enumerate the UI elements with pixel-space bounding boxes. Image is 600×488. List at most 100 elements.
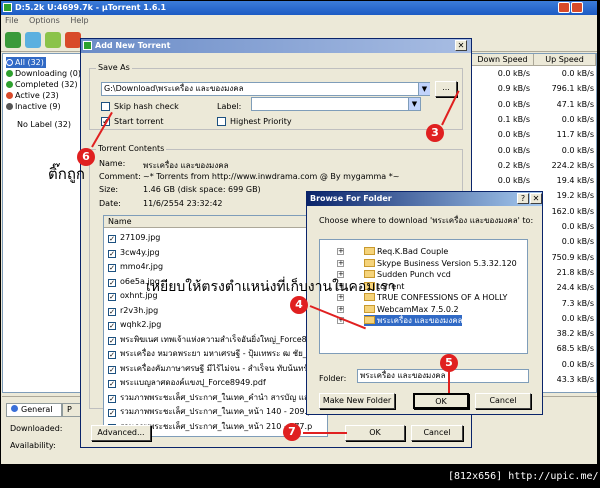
tab-peers[interactable]: P [62,403,82,417]
browse-cancel-button[interactable]: Cancel [475,393,531,409]
info-icon [11,405,18,412]
step-3-marker: 3 [426,124,444,142]
file-row[interactable]: ✓ พระพิฆเนศ เทพเจ้าแห่งความสำเร็จอันยิ่งใ… [108,334,322,346]
remove-icon[interactable] [65,32,81,48]
folder-tree-item[interactable]: พระเครื่อง และของมงคล [364,315,463,326]
folder-tree-item[interactable]: WebcamMax 7.5.0.2 [364,304,459,315]
add-url-icon[interactable] [25,32,41,48]
file-row[interactable]: ✓ พระเครื่องคัมภาษาศรษฐี มีไร้ไม่จน - สำเ… [108,363,327,375]
file-checkbox[interactable]: ✓ [108,409,116,417]
file-list: Name ✓ 27109.jpg ✓ 3cw4y.jpg ✓ mmo4r.jpg ✓ o6e5… [103,215,328,437]
menu-options[interactable]: Options [29,16,60,25]
file-row[interactable]: ✓ wqhk2.jpg [108,319,161,331]
folder-input[interactable]: พระเครื่อง และของมงคล [357,369,529,383]
file-checkbox[interactable]: ✓ [108,351,116,359]
dialog-title: Add New Torrent [81,39,471,53]
file-row[interactable]: ✓ mmo4r.jpg [108,261,163,273]
file-checkbox[interactable]: ✓ [108,394,116,403]
window-title: D:5.2k U:4699.7k - µTorrent 1.6.1 [1,1,597,15]
sidebar-item-downloading[interactable]: Downloading (0) [6,68,81,79]
sidebar-item-active[interactable]: Active (23) [6,90,59,101]
save-as-label: Save As [96,63,132,72]
browse-ok-button[interactable]: OK [413,393,469,409]
file-checkbox[interactable]: ✓ [108,336,116,345]
up-speed-cell: 796.1 kB/s [551,84,594,94]
file-checkbox[interactable]: ✓ [108,264,116,272]
maximize-icon[interactable] [571,2,583,13]
file-row[interactable]: ✓ 27109.jpg [108,232,160,244]
sidebar-item-label: Completed (32) [15,80,78,89]
file-checkbox[interactable]: ✓ [108,322,116,330]
file-checkbox[interactable]: ✓ [108,235,116,243]
save-path-select[interactable]: G:\Download\พระเครื่อง และของมงคล [101,82,430,96]
save-path-value: G:\Download\พระเครื่อง และของมงคล [104,84,244,93]
up-speed-cell: 162.0 kB/s [551,206,594,216]
create-torrent-icon[interactable] [45,32,61,48]
sidebar-item-no-label[interactable]: No Label (32) [17,119,71,130]
minimize-icon[interactable] [558,2,570,13]
folder-name: WebcamMax 7.5.0.2 [377,304,459,314]
label-select[interactable] [251,97,421,111]
file-row[interactable]: ✓ 3cw4y.jpg [108,247,160,259]
file-name: พระเครื่องคัมภาษาศรษฐี มีไร้ไม่จน - สำเร… [120,363,327,373]
sidebar-item-all[interactable]: All (32) [6,57,46,68]
close-icon[interactable]: ✕ [530,193,542,204]
up-speed-cell: 7.3 kB/s [561,298,594,308]
name-key: Name: [99,159,126,168]
sidebar-item-label: Active (23) [15,91,59,100]
file-name: 27109.jpg [120,233,161,242]
sidebar-item-inactive[interactable]: Inactive (9) [6,101,61,112]
skip-hash-checkbox[interactable] [101,102,110,111]
folder-tree-item[interactable]: Skype Business Version 5.3.32.120 [364,258,517,269]
file-name: wqhk2.jpg [120,320,162,329]
highest-priority-checkbox[interactable] [217,117,226,126]
active-icon [6,92,13,99]
file-checkbox[interactable]: ✓ [108,380,116,388]
column-down-speed[interactable]: Down Speed [472,54,534,66]
expand-icon[interactable]: + [337,259,344,267]
up-speed-cell: 0.0 kB/s [561,222,594,231]
up-speed-cell: 224.2 kB/s [551,160,594,170]
file-checkbox[interactable]: ✓ [108,293,116,301]
make-new-folder-button[interactable]: Make New Folder [319,393,395,409]
step-6-marker: 6 [77,148,95,166]
browse-button[interactable]: ... [435,81,457,97]
add-torrent-icon[interactable] [5,32,21,48]
advanced-button[interactable]: Advanced... [91,425,151,441]
close-icon[interactable]: ✕ [455,40,467,51]
folder-tree-item[interactable]: Req.K.Bad Couple [364,246,448,257]
down-speed-cell: 0.0 kB/s [497,69,530,78]
image-footer: [812x656] http://upic.me/ [448,471,599,482]
column-name[interactable]: Name [104,216,327,228]
cancel-button[interactable]: Cancel [411,425,463,441]
file-checkbox[interactable]: ✓ [108,365,116,374]
file-row[interactable]: ✓ พระแบญลาศดองค์แขงปุ_Force8949.pdf [108,377,266,389]
up-speed-cell: 19.4 kB/s [556,176,594,186]
tick-annotation-text: ติ๊กถูก [48,165,85,183]
arrow-5 [448,369,450,393]
expand-icon[interactable]: + [337,248,344,255]
column-up-speed[interactable]: Up Speed [534,54,596,66]
sidebar-item-completed[interactable]: Completed (32) [6,79,78,90]
chevron-down-icon[interactable]: ▼ [418,83,430,95]
ok-button[interactable]: OK [345,425,405,441]
file-checkbox[interactable]: ✓ [108,278,116,287]
file-row[interactable]: ✓ รวมภาพพระชะเล็ศ_ประกาศ_ในเทค_หน้า 140 -… [108,406,312,418]
file-row[interactable]: ✓ พระเครื่อง หมวดพระยา มหาเศรษฐี - ปุ้มเท… [108,348,327,360]
file-row[interactable]: ✓ รวมภาพพระชะเล็ศ_ประกาศ_ในเทค_คำนำ สารบั… [108,392,313,404]
help-icon[interactable]: ? [517,193,529,204]
utorrent-logo-icon [83,41,92,50]
menu-file[interactable]: File [5,16,18,25]
file-checkbox[interactable]: ✓ [108,249,116,258]
file-checkbox[interactable]: ✓ [108,307,116,316]
chevron-down-icon[interactable]: ▼ [408,98,420,110]
expand-icon[interactable]: + [337,305,344,313]
comment-key: Comment: [99,172,141,181]
file-row[interactable]: ✓ r2v3h.jpg [108,305,158,317]
down-speed-cell: 0.1 kB/s [497,114,530,124]
checkmark-icon [6,81,13,88]
tab-general[interactable]: General [6,403,62,417]
menu-help[interactable]: Help [70,16,88,25]
inactive-icon [6,103,13,110]
size-key: Size: [99,185,119,194]
